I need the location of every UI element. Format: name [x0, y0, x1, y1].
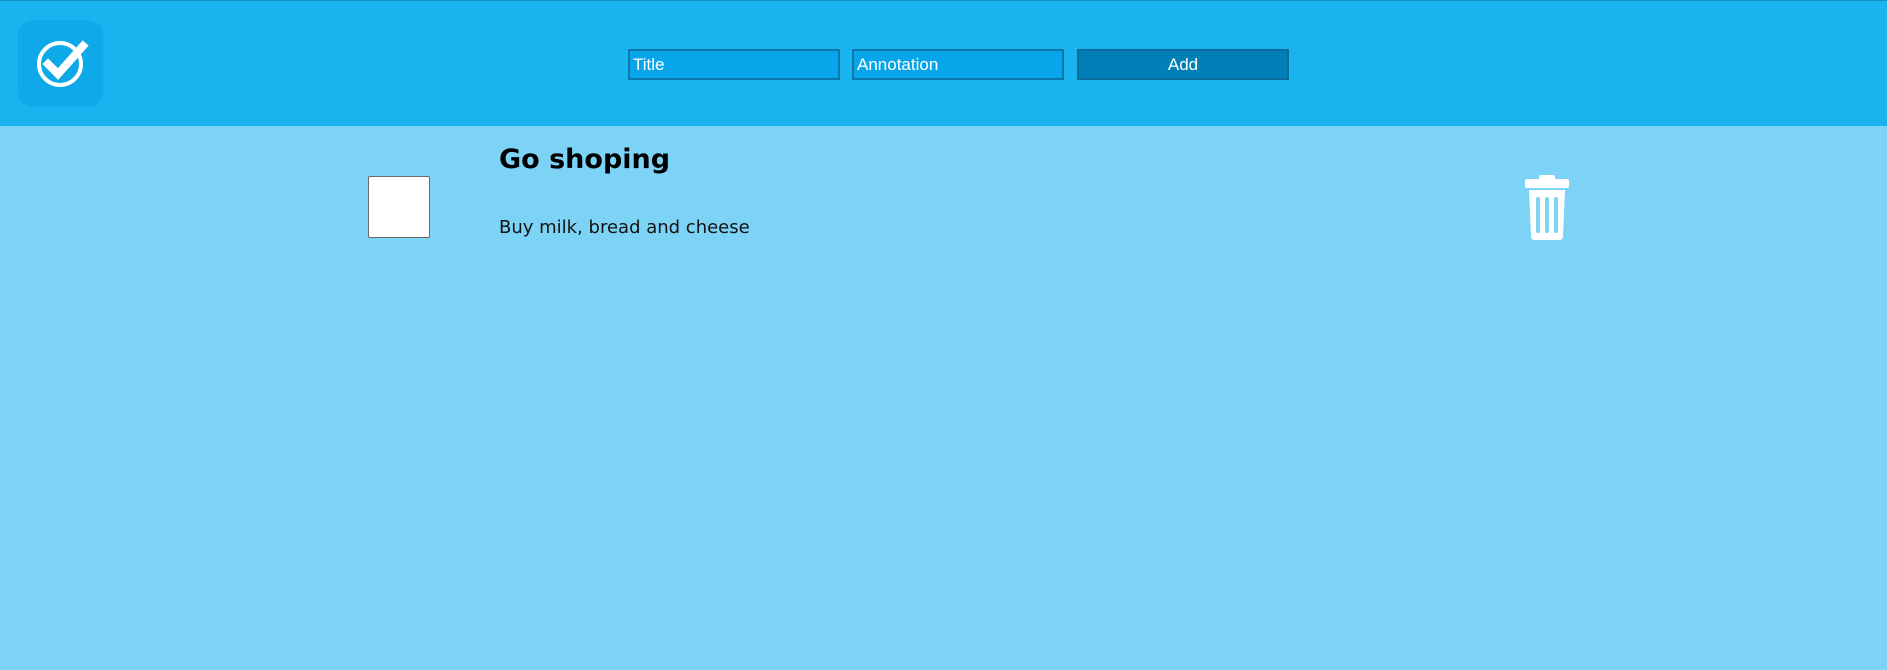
annotation-input[interactable]	[852, 49, 1064, 80]
app-header: Add	[0, 0, 1887, 126]
checkmark-circle-icon	[37, 40, 89, 87]
title-input[interactable]	[628, 49, 840, 80]
add-button[interactable]: Add	[1077, 49, 1289, 80]
task-title: Go shoping	[499, 144, 671, 175]
trash-icon	[1525, 175, 1569, 240]
task-complete-checkbox[interactable]	[368, 176, 430, 238]
delete-task-button[interactable]	[1522, 175, 1572, 241]
task-annotation: Buy milk, bread and cheese	[499, 217, 750, 238]
app-logo	[17, 20, 104, 107]
task-item: Go shoping Buy milk, bread and cheese	[0, 126, 1887, 246]
